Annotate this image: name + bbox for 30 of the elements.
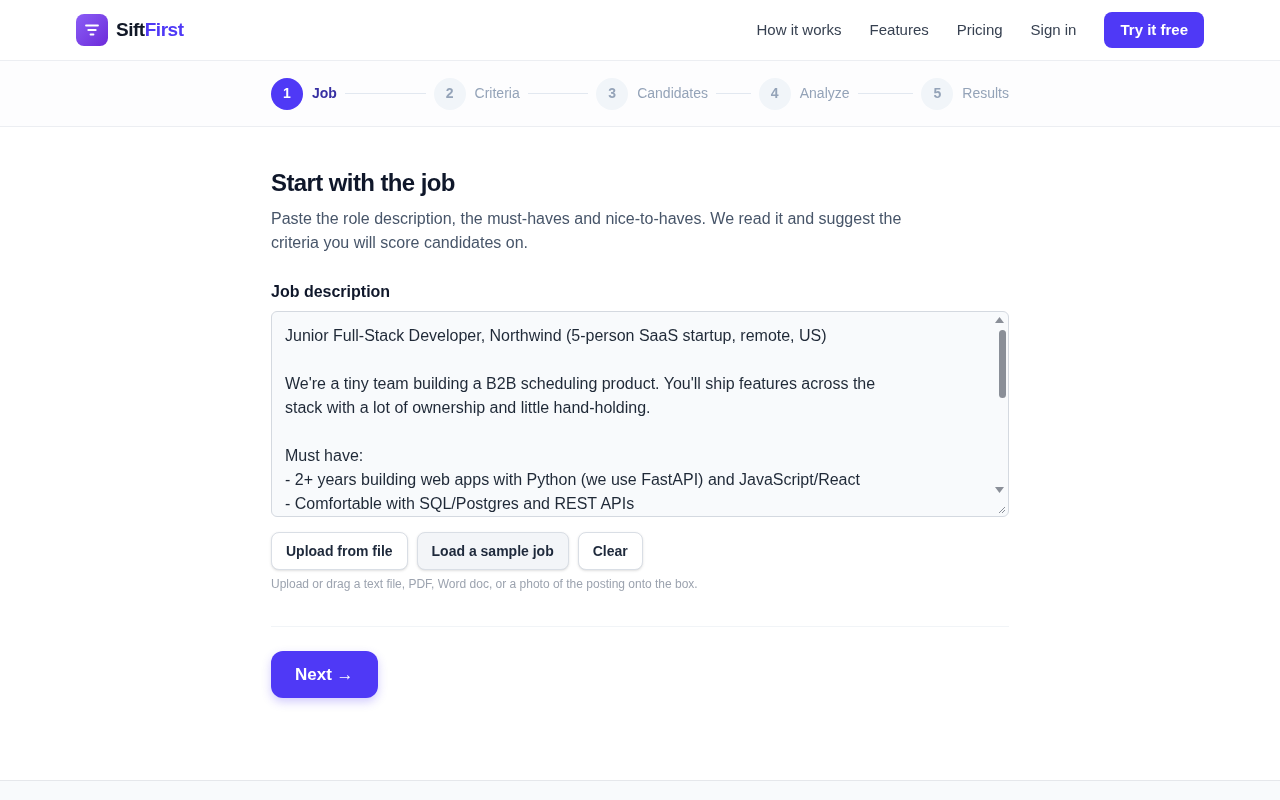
step-number: 4 <box>758 77 791 110</box>
scroll-down-arrow-icon[interactable] <box>995 487 1004 493</box>
secondary-button[interactable]: Clear <box>577 532 643 570</box>
step-label: Job <box>312 84 337 103</box>
resize-grip-icon[interactable] <box>998 506 1006 514</box>
nav-link[interactable]: Features <box>869 18 929 42</box>
scrollbar-thumb[interactable] <box>999 330 1006 398</box>
step-label: Candidates <box>637 84 708 103</box>
secondary-button[interactable]: Load a sample job <box>416 532 569 570</box>
job-description-field[interactable]: Junior Full-Stack Developer, Northwind (5-person SaaS startup, remote, US) We're a tiny team building a B2B scheduling product. You'll ship features across the stack with a lot of ownership and little hand-holding. Must have: - 2+ years building web apps with Python (we use FastAPI) and JavaScript/React - Comfortable with SQL/Postgres and REST APIs <box>271 311 1009 517</box>
next-button[interactable]: Next → <box>271 651 378 698</box>
field-label: Job description <box>271 282 392 302</box>
try-free-button[interactable]: Try it free <box>1104 12 1204 48</box>
upload-hint: Upload or drag a text file, PDF, Word doc, or a photo of the posting onto the box. <box>271 576 699 592</box>
nav-link[interactable]: How it works <box>756 18 842 42</box>
nav-link[interactable]: Sign in <box>1030 18 1077 42</box>
nav-link[interactable]: Pricing <box>956 18 1003 42</box>
step-number: 1 <box>271 77 303 110</box>
step-label: Analyze <box>799 84 850 103</box>
step-label: Criteria <box>474 84 520 103</box>
step-number: 5 <box>921 77 954 110</box>
page-title: Start with the job <box>271 168 456 198</box>
brand-name[interactable]: SiftFirst <box>116 15 184 45</box>
filter-logo-icon <box>76 14 108 46</box>
secondary-button[interactable]: Upload from file <box>271 532 408 570</box>
page-subtitle: Paste the role description, the must-haves and nice-to-haves. We read it and suggest the criteria you will score candidates on. <box>271 209 903 253</box>
step-number: 3 <box>596 77 629 110</box>
step-number: 2 <box>433 77 466 110</box>
step-label: Results <box>962 84 1009 103</box>
scroll-up-arrow-icon[interactable] <box>995 317 1004 323</box>
